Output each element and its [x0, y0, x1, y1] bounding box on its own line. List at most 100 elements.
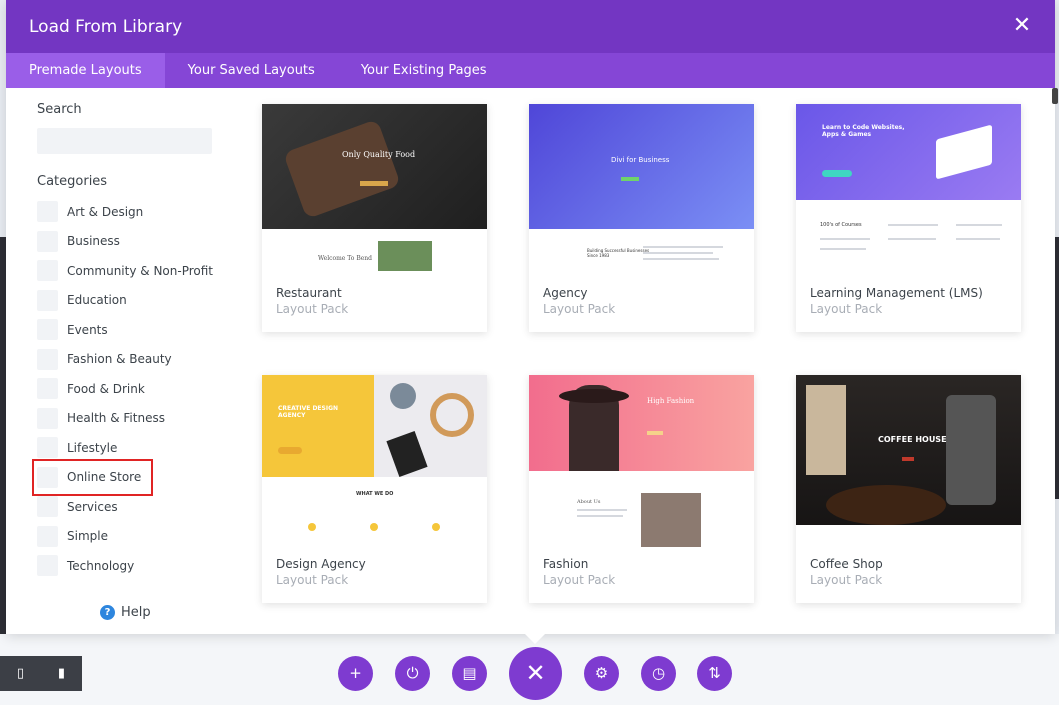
tab-existing-pages[interactable]: Your Existing Pages: [338, 53, 510, 88]
category-checkbox[interactable]: [37, 260, 58, 282]
category-checkbox[interactable]: [37, 230, 58, 252]
modal-header: Load From Library ✕: [6, 0, 1055, 53]
category-item-events[interactable]: Events: [37, 315, 232, 345]
category-checkbox[interactable]: [37, 348, 58, 370]
responsive-view-bar: ▯ ▮: [0, 656, 82, 691]
category-label: Health & Fitness: [67, 411, 165, 426]
category-label: Simple: [67, 529, 108, 544]
layout-thumbnail: Learn to Code Websites, Apps & Games 100…: [796, 104, 1021, 276]
hero-text: High Fashion: [647, 397, 695, 405]
sort-icon[interactable]: ⇅: [697, 656, 732, 691]
modal-body: Search Categories Art & Design Business …: [6, 88, 1055, 634]
layout-type: Layout Pack: [543, 573, 616, 587]
layout-card-fashion[interactable]: High Fashion About Us Fashion Layout Pac…: [529, 375, 754, 609]
sub-text: Welcome To Bend: [318, 255, 372, 262]
category-label: Education: [67, 293, 127, 308]
desktop-icon[interactable]: ▯: [17, 666, 24, 681]
layout-name: Fashion: [543, 557, 589, 571]
modal-pointer: [525, 634, 545, 644]
help-label: Help: [121, 605, 151, 620]
search-label: Search: [37, 102, 82, 117]
library-modal: Load From Library ✕ Premade Layouts Your…: [6, 0, 1055, 634]
hero-text: Only Quality Food: [342, 150, 416, 159]
layout-thumbnail: Only Quality Food Welcome To Bend: [262, 104, 487, 276]
sub-text: WHAT WE DO: [356, 491, 394, 497]
mobile-icon[interactable]: ▮: [58, 666, 65, 681]
layout-grid: Only Quality Food Welcome To Bend Restau…: [232, 88, 1055, 634]
category-item-technology[interactable]: Technology: [37, 551, 232, 581]
category-list: Art & Design Business Community & Non-Pr…: [37, 197, 232, 581]
filter-sidebar: Search Categories Art & Design Business …: [6, 88, 232, 634]
layout-name: Learning Management (LMS): [810, 286, 983, 300]
hero-text: CREATIVE DESIGN AGENCY: [278, 405, 339, 419]
layout-thumbnail: COFFEE HOUSE: [796, 375, 1021, 547]
sub-text: 100's of Courses: [820, 222, 862, 228]
layout-type: Layout Pack: [810, 573, 883, 587]
category-checkbox[interactable]: [37, 201, 58, 223]
category-item-business[interactable]: Business: [37, 227, 232, 257]
layout-name: Restaurant: [276, 286, 342, 300]
scrollbar[interactable]: [1052, 88, 1058, 104]
add-icon[interactable]: +: [338, 656, 373, 691]
layout-name: Design Agency: [276, 557, 366, 571]
category-item-art-design[interactable]: Art & Design: [37, 197, 232, 227]
hero-text: Divi for Business: [611, 156, 670, 164]
help-link[interactable]: ? Help: [100, 605, 151, 620]
layout-card-design-agency[interactable]: CREATIVE DESIGN AGENCY WHAT WE DO Design…: [262, 375, 487, 609]
layout-type: Layout Pack: [810, 302, 883, 316]
category-item-fashion-beauty[interactable]: Fashion & Beauty: [37, 345, 232, 375]
category-checkbox[interactable]: [37, 496, 58, 518]
layout-thumbnail: Divi for Business Building Successful Bu…: [529, 104, 754, 276]
layout-type: Layout Pack: [543, 302, 616, 316]
sub-text: About Us: [577, 499, 601, 505]
help-icon: ?: [100, 605, 115, 620]
category-item-community[interactable]: Community & Non-Profit: [37, 256, 232, 286]
category-label: Food & Drink: [67, 381, 145, 396]
search-input[interactable]: [37, 128, 212, 154]
annotation-highlight-box: [32, 459, 153, 496]
modal-tabs: Premade Layouts Your Saved Layouts Your …: [6, 53, 1055, 88]
category-label: Technology: [67, 558, 135, 573]
close-icon[interactable]: ✕: [1011, 15, 1033, 37]
category-label: Art & Design: [67, 204, 144, 219]
layout-thumbnail: High Fashion About Us: [529, 375, 754, 547]
category-item-food-drink[interactable]: Food & Drink: [37, 374, 232, 404]
layout-name: Agency: [543, 286, 588, 300]
tab-premade-layouts[interactable]: Premade Layouts: [6, 53, 165, 88]
category-item-simple[interactable]: Simple: [37, 522, 232, 552]
category-label: Business: [67, 234, 120, 249]
category-label: Lifestyle: [67, 440, 118, 455]
category-item-services[interactable]: Services: [37, 492, 232, 522]
category-checkbox[interactable]: [37, 437, 58, 459]
category-checkbox[interactable]: [37, 525, 58, 547]
category-checkbox[interactable]: [37, 555, 58, 577]
category-label: Events: [67, 322, 108, 337]
layout-type: Layout Pack: [276, 302, 349, 316]
layout-type: Layout Pack: [276, 573, 349, 587]
layout-thumbnail: CREATIVE DESIGN AGENCY WHAT WE DO: [262, 375, 487, 547]
category-checkbox[interactable]: [37, 407, 58, 429]
category-item-education[interactable]: Education: [37, 286, 232, 316]
tab-saved-layouts[interactable]: Your Saved Layouts: [165, 53, 338, 88]
category-label: Community & Non-Profit: [67, 263, 213, 278]
layout-card-lms[interactable]: Learn to Code Websites, Apps & Games 100…: [796, 104, 1021, 338]
category-item-health-fitness[interactable]: Health & Fitness: [37, 404, 232, 434]
layout-card-restaurant[interactable]: Only Quality Food Welcome To Bend Restau…: [262, 104, 487, 338]
category-label: Services: [67, 499, 118, 514]
category-label: Fashion & Beauty: [67, 352, 172, 367]
category-checkbox[interactable]: [37, 378, 58, 400]
category-checkbox[interactable]: [37, 319, 58, 341]
hero-text: Learn to Code Websites, Apps & Games: [822, 124, 905, 138]
close-icon[interactable]: ✕: [509, 647, 562, 700]
category-checkbox[interactable]: [37, 289, 58, 311]
layout-card-coffee-shop[interactable]: COFFEE HOUSE Coffee Shop Layout Pack: [796, 375, 1021, 609]
gear-icon[interactable]: ⚙: [584, 656, 619, 691]
power-icon[interactable]: ⏻: [395, 656, 430, 691]
history-icon[interactable]: ◷: [641, 656, 676, 691]
layout-card-agency[interactable]: Divi for Business Building Successful Bu…: [529, 104, 754, 338]
categories-label: Categories: [37, 174, 108, 189]
layout-name: Coffee Shop: [810, 557, 883, 571]
hero-text: COFFEE HOUSE: [878, 435, 947, 444]
trash-icon[interactable]: ▤: [452, 656, 487, 691]
modal-title: Load From Library: [29, 16, 183, 37]
